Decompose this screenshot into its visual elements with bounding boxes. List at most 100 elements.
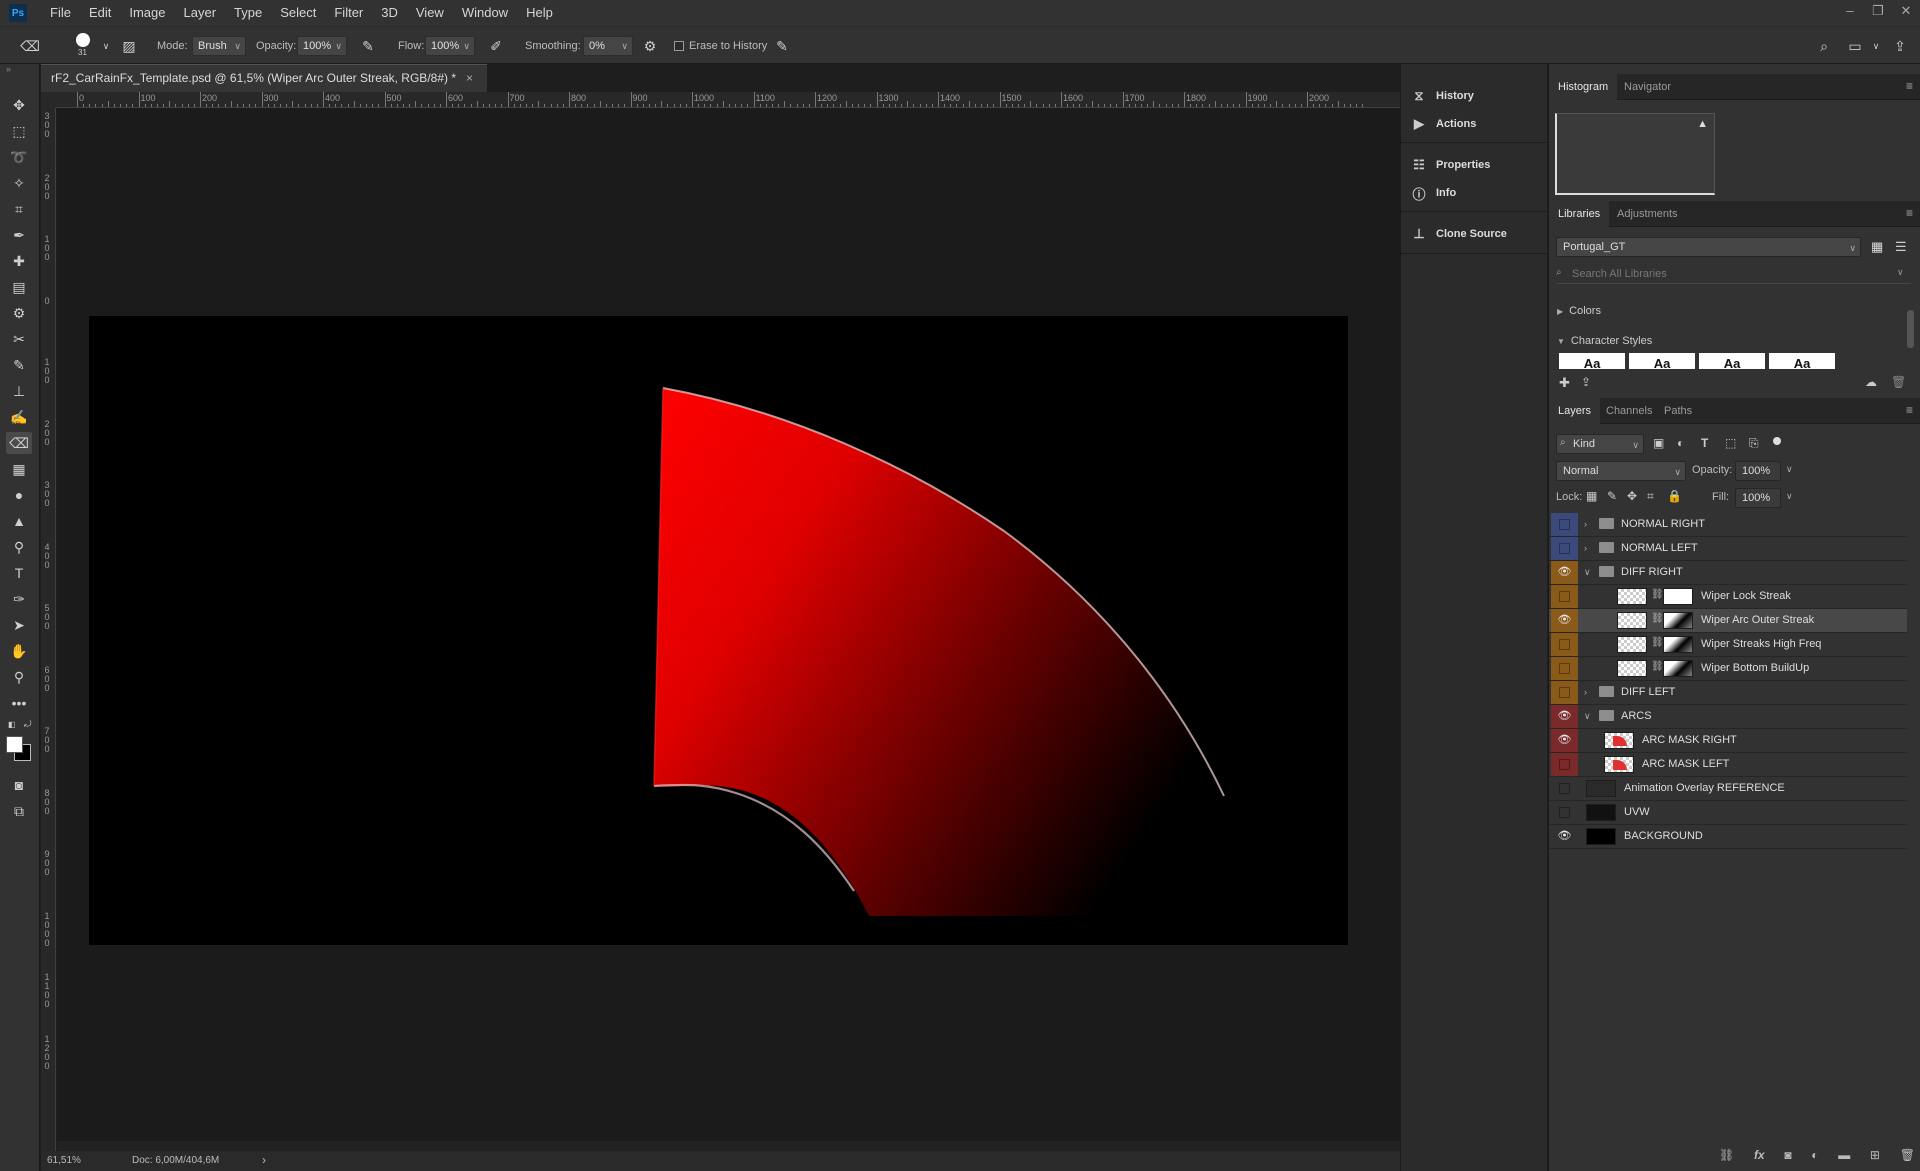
menu-type[interactable]: Type bbox=[225, 0, 271, 26]
eraser-tool-icon[interactable]: ⌫ bbox=[20, 36, 40, 56]
sharpen-tool-icon[interactable]: ▲ bbox=[6, 510, 32, 532]
foreground-color-swatch[interactable] bbox=[6, 736, 23, 753]
menu-help[interactable]: Help bbox=[517, 0, 562, 26]
hand-tool-icon[interactable]: ✋ bbox=[6, 640, 32, 662]
mask-link-icon[interactable]: ⛓ bbox=[1651, 613, 1664, 624]
fill-field[interactable]: 100% bbox=[1735, 488, 1781, 508]
eyedropper-tool-icon[interactable]: ✒ bbox=[6, 224, 32, 246]
visibility-off-icon[interactable] bbox=[1551, 657, 1578, 680]
expand-group-chevron-icon[interactable]: › bbox=[1584, 537, 1587, 560]
layer-row[interactable]: 👁 ∨ DIFF RIGHT bbox=[1549, 561, 1907, 585]
filter-toggle-icon[interactable] bbox=[1773, 437, 1781, 445]
layer-thumbnail[interactable] bbox=[1617, 660, 1647, 677]
zoom-tool-icon[interactable]: ⚲ bbox=[6, 666, 32, 688]
share-icon[interactable]: ⇪ bbox=[1890, 36, 1910, 56]
histogram-warning-icon[interactable]: ▲ bbox=[1697, 118, 1708, 130]
menu-image[interactable]: Image bbox=[120, 0, 174, 26]
character-style-thumb[interactable]: Aa bbox=[1769, 353, 1835, 369]
visibility-eye-icon[interactable]: 👁 bbox=[1551, 609, 1578, 632]
filter-smart-object-icon[interactable]: ⎘ bbox=[1749, 436, 1759, 451]
history-brush-tool-icon[interactable]: ✍ bbox=[6, 406, 32, 428]
layer-row[interactable]: Animation Overlay REFERENCE bbox=[1549, 777, 1907, 801]
lock-pixels-icon[interactable]: ✎ bbox=[1607, 489, 1617, 503]
visibility-off-icon[interactable] bbox=[1551, 537, 1578, 560]
library-select[interactable]: Portugal_GT ∨ bbox=[1556, 237, 1861, 257]
path-selection-tool-icon[interactable]: ➤ bbox=[6, 614, 32, 636]
add-element-icon[interactable]: ✚ bbox=[1559, 375, 1570, 391]
crop-tool-icon[interactable]: ⌗ bbox=[6, 198, 32, 220]
panel-menu-icon[interactable]: ≡ bbox=[1906, 79, 1913, 93]
layer-thumbnail[interactable] bbox=[1586, 804, 1616, 821]
puppet-warp-tool-icon[interactable]: ✂ bbox=[6, 328, 32, 350]
character-styles-section[interactable]: ▼ Character Styles bbox=[1557, 335, 1652, 347]
layer-mask-thumbnail[interactable] bbox=[1663, 588, 1693, 605]
menu-filter[interactable]: Filter bbox=[325, 0, 372, 26]
layer-row[interactable]: UVW bbox=[1549, 801, 1907, 825]
visibility-eye-icon[interactable]: 👁 bbox=[1551, 825, 1578, 848]
layer-row[interactable]: › NORMAL RIGHT bbox=[1549, 513, 1907, 537]
brush-preview-icon[interactable] bbox=[76, 33, 90, 47]
horizontal-scrollbar[interactable] bbox=[57, 1141, 1400, 1151]
visibility-eye-icon[interactable]: 👁 bbox=[1551, 729, 1578, 752]
opacity-chevron-icon[interactable]: ∨ bbox=[1786, 464, 1793, 475]
blur-tool-icon[interactable]: ● bbox=[6, 484, 32, 506]
menu-window[interactable]: Window bbox=[453, 0, 517, 26]
airbrush-icon[interactable]: ✐ bbox=[486, 36, 506, 56]
content-aware-tool-icon[interactable]: ⚙ bbox=[6, 302, 32, 324]
layer-kind-filter[interactable]: Kind ∨ bbox=[1556, 434, 1644, 454]
clone-source-panel-button[interactable]: ⊥ Clone Source bbox=[1410, 223, 1507, 245]
tab-navigator[interactable]: Navigator bbox=[1615, 74, 1680, 100]
visibility-off-icon[interactable] bbox=[1551, 801, 1578, 824]
layer-thumbnail[interactable] bbox=[1617, 612, 1647, 629]
grid-view-icon[interactable]: ▦ bbox=[1871, 239, 1883, 255]
visibility-off-icon[interactable] bbox=[1551, 777, 1578, 800]
document-canvas[interactable] bbox=[89, 316, 1348, 945]
workspace-chevron-icon[interactable]: ∨ bbox=[1866, 36, 1886, 56]
properties-panel-button[interactable]: ☷ Properties bbox=[1410, 154, 1490, 176]
tab-layers[interactable]: Layers bbox=[1549, 398, 1601, 424]
gradient-tool-icon[interactable]: ▦ bbox=[6, 458, 32, 480]
restore-icon[interactable]: ❐ bbox=[1864, 0, 1892, 26]
menu-3d[interactable]: 3D bbox=[372, 0, 407, 26]
type-tool-icon[interactable]: T bbox=[6, 562, 32, 584]
visibility-eye-icon[interactable]: 👁 bbox=[1551, 705, 1578, 728]
layer-row[interactable]: ARC MASK LEFT bbox=[1549, 753, 1907, 777]
eraser-tool-icon[interactable]: ⌫ bbox=[6, 432, 32, 454]
new-layer-icon[interactable]: ⊞ bbox=[1870, 1148, 1880, 1168]
layer-row[interactable]: ⛓ Wiper Lock Streak bbox=[1549, 585, 1907, 609]
expand-group-chevron-icon[interactable]: › bbox=[1584, 681, 1587, 704]
default-colors-icon[interactable]: ◧ bbox=[8, 720, 16, 729]
layer-mask-thumbnail[interactable] bbox=[1663, 660, 1693, 677]
smoothing-field[interactable]: 0% ∨ bbox=[583, 36, 633, 56]
close-tab-icon[interactable]: × bbox=[466, 71, 473, 85]
libraries-scrollbar[interactable] bbox=[1907, 310, 1914, 348]
screen-mode-icon[interactable]: ⧉ bbox=[6, 800, 32, 822]
search-icon[interactable]: ⌕ bbox=[1814, 36, 1834, 56]
tab-libraries[interactable]: Libraries bbox=[1549, 201, 1610, 227]
panel-menu-icon[interactable]: ≡ bbox=[1906, 403, 1913, 417]
list-view-icon[interactable]: ☰ bbox=[1895, 239, 1907, 255]
layer-thumbnail[interactable] bbox=[1586, 828, 1616, 845]
mask-link-icon[interactable]: ⛓ bbox=[1651, 637, 1664, 648]
zoom-level[interactable]: 61,51% bbox=[47, 1155, 81, 1166]
menu-view[interactable]: View bbox=[407, 0, 453, 26]
menu-edit[interactable]: Edit bbox=[80, 0, 120, 26]
brush-tool-icon[interactable]: ✎ bbox=[6, 354, 32, 376]
tab-paths[interactable]: Paths bbox=[1655, 398, 1701, 424]
layer-row[interactable]: 👁 BACKGROUND bbox=[1549, 825, 1907, 849]
tab-histogram[interactable]: Histogram bbox=[1549, 74, 1618, 100]
flow-field[interactable]: 100% ∨ bbox=[425, 36, 475, 56]
info-panel-button[interactable]: ⓘ Info bbox=[1410, 182, 1456, 204]
move-tool-icon[interactable]: ✥ bbox=[6, 94, 32, 116]
expand-group-chevron-icon[interactable]: ∨ bbox=[1584, 705, 1591, 728]
tab-adjustments[interactable]: Adjustments bbox=[1608, 201, 1687, 227]
patch-tool-icon[interactable]: ▤ bbox=[6, 276, 32, 298]
swap-colors-icon[interactable]: ⤾ bbox=[24, 719, 32, 730]
fx-icon[interactable]: fx bbox=[1754, 1148, 1765, 1168]
layer-row[interactable]: 👁 ∨ ARCS bbox=[1549, 705, 1907, 729]
link-layers-icon[interactable]: ⛓ bbox=[1719, 1148, 1734, 1168]
filter-type-icon[interactable]: T bbox=[1701, 436, 1708, 450]
character-style-thumb[interactable]: Aa bbox=[1629, 353, 1695, 369]
library-search-input[interactable]: Search All Libraries bbox=[1556, 264, 1911, 284]
menu-file[interactable]: File bbox=[41, 0, 80, 26]
